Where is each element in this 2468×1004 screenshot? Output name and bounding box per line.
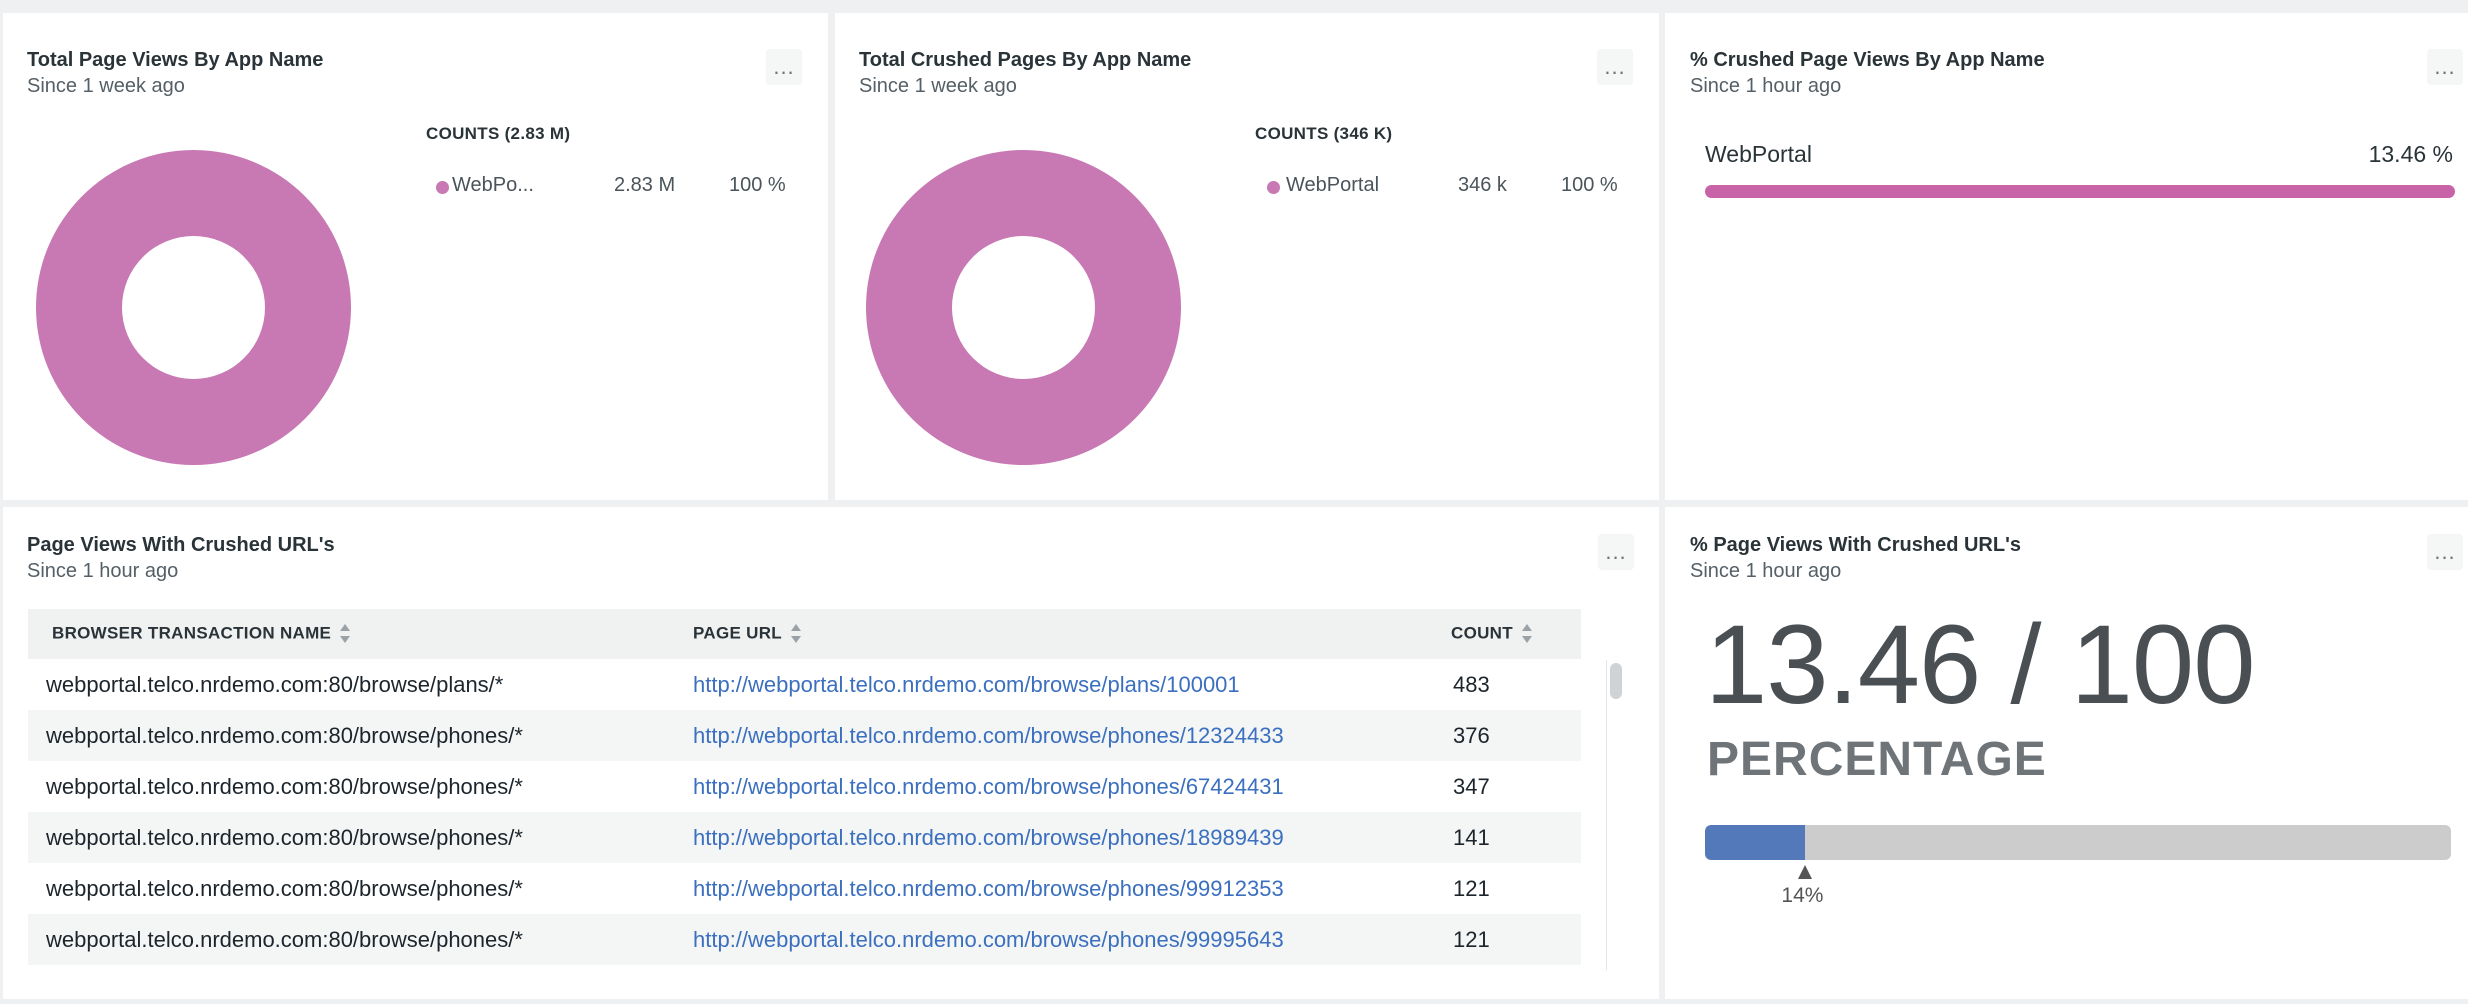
column-header-label: PAGE URL xyxy=(693,623,782,643)
legend-item-percent: 100 % xyxy=(729,174,786,196)
cell-page-url-link[interactable]: http://webportal.telco.nrdemo.com/browse… xyxy=(669,812,1429,863)
donut-hole xyxy=(122,236,265,379)
panel-menu-button[interactable]: ... xyxy=(2427,49,2463,85)
panel-pct-crushed-page-views: % Crushed Page Views By App Name Since 1… xyxy=(1665,13,2468,500)
table-row[interactable]: webportal.telco.nrdemo.com:80/browse/pla… xyxy=(28,659,1581,710)
table-row[interactable]: webportal.telco.nrdemo.com:80/browse/pho… xyxy=(28,710,1581,761)
legend-header: COUNTS (2.83 M) xyxy=(426,124,571,143)
cell-transaction: webportal.telco.nrdemo.com:80/browse/pho… xyxy=(46,875,523,901)
table-scrollbar[interactable] xyxy=(1606,660,1622,970)
panel-subtitle: Since 1 hour ago xyxy=(1690,75,1842,97)
legend-header: COUNTS (346 K) xyxy=(1255,124,1393,143)
table-row[interactable]: webportal.telco.nrdemo.com:80/browse/pho… xyxy=(28,863,1581,914)
cell-transaction: webportal.telco.nrdemo.com:80/browse/pho… xyxy=(28,914,669,965)
panel-title: Page Views With Crushed URL's xyxy=(27,534,335,556)
table-row[interactable]: webportal.telco.nrdemo.com:80/browse/pho… xyxy=(28,812,1581,863)
data-table: BROWSER TRANSACTION NAME PAGE URL COUNT … xyxy=(28,609,1581,965)
cell-count: 376 xyxy=(1429,710,1581,761)
panel-pct-crushed-urls: % Page Views With Crushed URL's Since 1 … xyxy=(1665,507,2468,999)
panel-title: % Page Views With Crushed URL's xyxy=(1690,534,2021,556)
legend-item-name[interactable]: WebPo... xyxy=(452,174,534,197)
panel-total-page-views: Total Page Views By App Name Since 1 wee… xyxy=(3,13,828,500)
panel-title: % Crushed Page Views By App Name xyxy=(1690,49,2045,71)
column-header-label: BROWSER TRANSACTION NAME xyxy=(52,623,332,643)
cell-count: 121 xyxy=(1453,875,1490,901)
billboard-unit: PERCENTAGE xyxy=(1707,733,2047,786)
cell-page-url-link[interactable]: http://webportal.telco.nrdemo.com/browse… xyxy=(669,863,1429,914)
cell-page-url-link[interactable]: http://webportal.telco.nrdemo.com/browse… xyxy=(669,659,1429,710)
cell-page-url-link[interactable]: http://webportal.telco.nrdemo.com/browse… xyxy=(669,914,1429,965)
donut-chart[interactable] xyxy=(866,150,1181,465)
panel-subtitle: Since 1 hour ago xyxy=(27,560,179,582)
column-header-page-url[interactable]: PAGE URL xyxy=(669,609,1429,659)
scrollbar-thumb[interactable] xyxy=(1610,663,1622,699)
sort-icon[interactable] xyxy=(339,623,351,645)
legend-swatch xyxy=(436,181,449,194)
table-row[interactable]: webportal.telco.nrdemo.com:80/browse/pho… xyxy=(28,914,1581,965)
gauge-marker-icon xyxy=(1798,865,1813,879)
panel-subtitle: Since 1 week ago xyxy=(859,75,1017,97)
legend-item-percent: 100 % xyxy=(1561,174,1618,196)
panel-menu-button[interactable]: ... xyxy=(766,49,802,85)
gauge-track xyxy=(1705,825,2451,860)
bar-label: WebPortal xyxy=(1705,141,1812,167)
column-header-count[interactable]: COUNT xyxy=(1429,609,1581,659)
billboard-value: 13.46 / 100 xyxy=(1705,602,2255,727)
cell-page-url-link[interactable]: http://webportal.telco.nrdemo.com/browse… xyxy=(669,761,1429,812)
gauge-label: 14% xyxy=(1781,884,1824,907)
cell-count: 347 xyxy=(1453,773,1490,799)
cell-transaction: webportal.telco.nrdemo.com:80/browse/pla… xyxy=(46,671,504,697)
panel-menu-button[interactable]: ... xyxy=(2427,534,2463,570)
column-header-transaction[interactable]: BROWSER TRANSACTION NAME xyxy=(28,609,669,659)
panel-subtitle: Since 1 week ago xyxy=(27,75,185,97)
panel-title: Total Crushed Pages By App Name xyxy=(859,49,1192,71)
donut-hole xyxy=(952,236,1095,379)
cell-count: 141 xyxy=(1429,812,1581,863)
cell-transaction: webportal.telco.nrdemo.com:80/browse/pho… xyxy=(28,812,669,863)
panel-subtitle: Since 1 hour ago xyxy=(1690,560,1842,582)
table-row[interactable]: webportal.telco.nrdemo.com:80/browse/pho… xyxy=(28,761,1581,812)
panel-menu-button[interactable]: ... xyxy=(1598,534,1634,570)
legend-item-value: 346 k xyxy=(1458,174,1507,196)
gauge-fill xyxy=(1705,825,1806,860)
cell-transaction: webportal.telco.nrdemo.com:80/browse/pho… xyxy=(28,710,669,761)
sort-icon[interactable] xyxy=(1521,623,1533,645)
donut-chart[interactable] xyxy=(36,150,351,465)
bar-value: 13.46 % xyxy=(2368,141,2453,167)
panel-total-crushed-pages: Total Crushed Pages By App Name Since 1 … xyxy=(835,13,1659,500)
panel-title: Total Page Views By App Name xyxy=(27,49,324,71)
legend-item-name[interactable]: WebPortal xyxy=(1286,174,1379,197)
column-header-label: COUNT xyxy=(1451,623,1513,643)
cell-page-url-link[interactable]: http://webportal.telco.nrdemo.com/browse… xyxy=(669,710,1429,761)
legend-item-value: 2.83 M xyxy=(614,174,676,196)
cell-count: 483 xyxy=(1453,671,1490,697)
bar-track[interactable] xyxy=(1705,185,2455,198)
legend-swatch xyxy=(1267,181,1280,194)
bar-fill xyxy=(1705,185,2455,198)
sort-icon[interactable] xyxy=(790,623,802,645)
panel-menu-button[interactable]: ... xyxy=(1597,49,1633,85)
cell-transaction: webportal.telco.nrdemo.com:80/browse/pho… xyxy=(46,773,523,799)
cell-count: 121 xyxy=(1429,914,1581,965)
